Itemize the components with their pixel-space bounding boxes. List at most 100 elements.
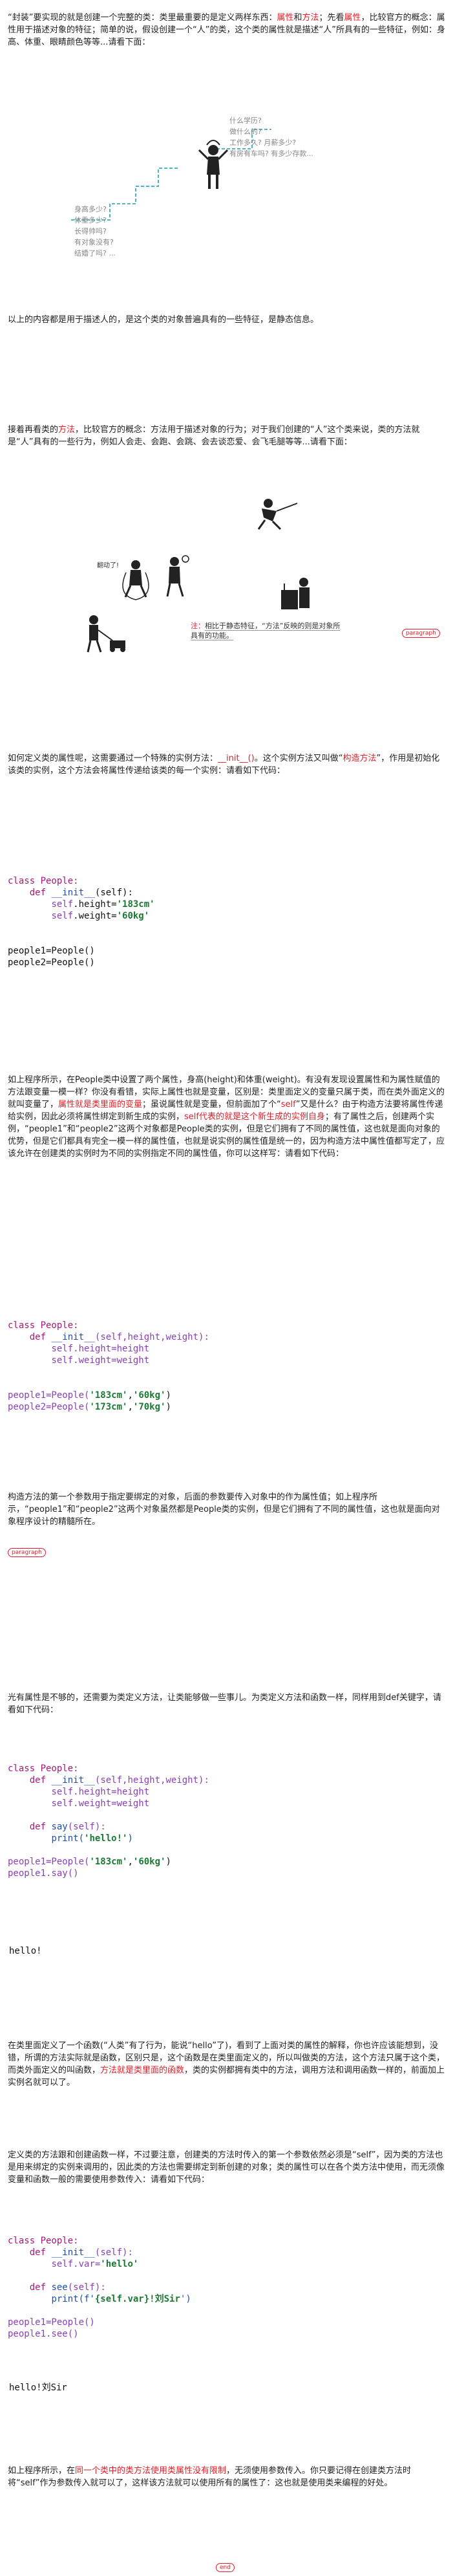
args-paragraph: 构造方法的第一个参数用于指定要绑定的对象，后面的参数要传入对象中的作为属性值；如… [8, 1492, 440, 1527]
code-string: '70kg' [132, 1402, 166, 1412]
code-keyword: def [29, 2282, 47, 2293]
code-block-2: class People: def __init__(self,height,w… [8, 1320, 209, 1413]
note-label: 注： [191, 622, 205, 630]
figure-person-attributes: 什么学历? 做什么的? 工作多久? 月薪多少? 有房有车吗? 有多少存款... … [65, 110, 323, 272]
code-line: people1.say() [8, 1868, 79, 1879]
code-line: .weight= [73, 911, 117, 921]
code-line: self.weight=weight [51, 1355, 150, 1366]
code-line: ) [165, 1390, 171, 1401]
highlight-attribute-variable: 属性就是类里面的变量 [58, 1100, 143, 1109]
question-line: 结婚了吗? ... [74, 249, 116, 257]
explain-paragraph: 如上程序所示，在People类中设置了两个属性，身高(height)和体重(we… [8, 1074, 445, 1160]
code-line: print(f' [51, 2294, 95, 2304]
final-text: 如上程序所示，在 [8, 2466, 76, 2476]
left-questions: 身高多少? 体重多少? 长得帅吗? 有对象没有? 结婚了吗? ... [74, 204, 116, 259]
code-line: (self): [67, 1822, 106, 1832]
highlight-self-instance: self代表的就是这个新生成的实例自身 [184, 1112, 325, 1122]
code-function: __init__ [51, 1775, 95, 1785]
fencing-figure [257, 499, 298, 530]
intro-text: “封装”要实现的就是创建一个完整的类：类里最重要的是定义两样东西： [8, 13, 277, 23]
code-line: self.weight=weight [51, 1798, 150, 1809]
ball-figure [166, 555, 189, 597]
code-block-1: class People: def __init__(self): self.h… [8, 875, 155, 968]
highlight-init: __init__() [218, 754, 255, 763]
code-line: (self,height,weight): [94, 1332, 209, 1342]
code-string: '60kg' [132, 1857, 166, 1867]
code-line: class People: [8, 1320, 79, 1331]
init-paragraph: 如何定义类的属性呢，这需要通过一个特殊的实例方法：__init__()。这个实例… [8, 752, 445, 777]
output-1: hello! [9, 1946, 42, 1956]
code-block-4: class People: def __init__(self): self.v… [8, 2235, 191, 2340]
code-line: self.height=height [51, 1787, 150, 1797]
speech-bubble: 翻动了! [97, 562, 120, 569]
code-string: '183cm' [89, 1390, 128, 1401]
cooking-figure [281, 578, 310, 609]
code-line: ) [127, 1833, 133, 1844]
code-line: class People: [8, 876, 79, 886]
lawn-mower-figure [87, 615, 125, 653]
code-line: ) [165, 1857, 171, 1867]
code-line: people1=People() [8, 946, 95, 956]
code-function: __init__ [51, 2247, 95, 2258]
param-paragraph: 定义类的方法跟和创建函数一样，不过要注意，创建类的方法时传入的第一个参数依然必须… [8, 2150, 445, 2185]
code-line: people1.see() [8, 2329, 79, 2339]
note-text: 相比于静态特征，“方法”反映的则是对象所具有的功能。 [191, 622, 341, 640]
highlight-method: 方法 [302, 13, 319, 23]
code-string: 'hello!' [84, 1833, 128, 1844]
code-string: '183cm' [89, 1857, 128, 1867]
function-paragraph: 在类里面定义了一个函数(“人类”有了行为，能说“hello”了)，看到了上面对类… [8, 2040, 445, 2089]
right-questions: 什么学历? 做什么的? 工作多久? 月薪多少? 有房有车吗? 有多少存款... [229, 115, 313, 159]
question-line: 身高多少? [74, 205, 107, 213]
intro-text: ；先看 [319, 13, 344, 23]
code-line: people2=People() [8, 957, 95, 968]
code-line: class People: [8, 2236, 79, 2246]
final-paragraph: 如上程序所示，在同一个类中的类方法使用类属性没有限制，无须使用参数传入。你只要记… [8, 2465, 445, 2489]
code-line: ') [180, 2294, 191, 2304]
method-text: 接着再看类的 [8, 425, 59, 435]
code-self: self [51, 911, 74, 921]
code-function: __init__ [51, 1332, 95, 1342]
code-line: people1=People( [8, 1857, 90, 1867]
init-text: 如何定义类的属性呢，这需要通过一个特殊的实例方法： [8, 754, 218, 763]
code-line: people2=People( [8, 1402, 90, 1412]
paragraph-tag: paragraph [402, 629, 440, 638]
code-line: (self): [67, 2282, 106, 2293]
code-keyword: def [29, 2247, 47, 2258]
code-line: people1=People() [8, 2317, 95, 2328]
question-line: 体重多少? [74, 216, 107, 224]
figure-note: 注：相比于静态特征，“方法”反映的则是对象所具有的功能。 [191, 621, 346, 640]
question-line: 长得帅吗? [74, 227, 107, 235]
code-line: (self): [94, 2247, 133, 2258]
code-line: , [127, 1390, 133, 1401]
highlight-attribute: 属性 [344, 13, 361, 23]
code-keyword: def [29, 1775, 47, 1785]
define-method-paragraph: 光有属性是不够的，还需要为类定义方法，让类能够做一些事儿。为类定义方法和函数一样… [8, 1693, 441, 1715]
code-line: self.height=height [51, 1344, 150, 1354]
code-line: , [127, 1857, 133, 1867]
explain-text: ；虽说属性就是变量，但前面加了个“ [142, 1100, 281, 1109]
activities-illustration [87, 499, 310, 653]
article-page: “封装”要实现的就是创建一个完整的类：类里最重要的是定义两样东西：属性和方法；先… [0, 0, 453, 2576]
init-text: 。这个实例方法又叫做“ [254, 754, 343, 763]
question-line: 有对象没有? [74, 238, 114, 246]
highlight-attribute: 属性 [277, 13, 294, 23]
code-string: '60kg' [116, 911, 150, 921]
highlight-no-restriction: 同一个类中的类方法使用类属性没有限制 [75, 2466, 227, 2476]
code-string: '173cm' [89, 1402, 128, 1412]
code-line: class People: [8, 1763, 79, 1774]
code-line: self.var= [51, 2259, 101, 2269]
code-line: , [127, 1402, 133, 1412]
code-string: '183cm' [116, 899, 155, 910]
code-self: self [51, 899, 74, 910]
code-string: {self.var}!刘Sir [94, 2294, 180, 2304]
code-line: (self,height,weight): [94, 1775, 209, 1785]
question-line: 工作多久? 月薪多少? [229, 138, 297, 147]
highlight-self: self [280, 1100, 296, 1109]
code-line: print( [51, 1833, 85, 1844]
code-string: '60kg' [132, 1390, 166, 1401]
summary-paragraph: 以上的内容都是用于描述人的，是这个类的对象普遍具有的一些特征，是静态信息。 [8, 315, 319, 325]
paragraph-tag: paragraph [8, 1548, 46, 1557]
intro-paragraph: “封装”要实现的就是创建一个完整的类：类里最重要的是定义两样东西：属性和方法；先… [8, 12, 445, 49]
highlight-constructor: 构造方法 [342, 754, 377, 763]
end-tag: end [216, 2563, 235, 2572]
